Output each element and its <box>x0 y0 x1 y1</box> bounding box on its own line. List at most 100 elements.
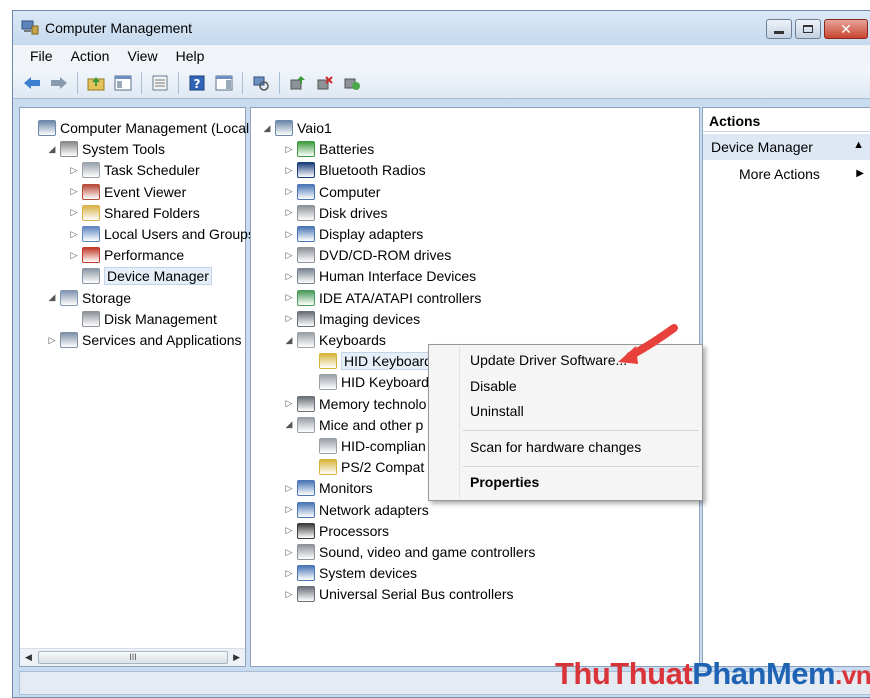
expanded-arrow-icon[interactable]: ◢ <box>283 335 295 346</box>
display-adapter-icon <box>297 226 315 242</box>
tree-item[interactable]: ▷ Network adapters <box>283 500 429 520</box>
tree-item[interactable]: ▷ Disk drives <box>283 203 387 223</box>
expanded-arrow-icon[interactable]: ◢ <box>261 123 273 134</box>
up-folder-button[interactable] <box>85 72 107 94</box>
expanded-arrow-icon[interactable]: ◢ <box>46 292 58 303</box>
mouse-icon <box>319 438 337 454</box>
menu-file[interactable]: File <box>21 45 62 67</box>
expand-arrow-icon[interactable]: ▷ <box>68 207 80 218</box>
tree-item[interactable]: ▷ DVD/CD-ROM drives <box>283 245 451 265</box>
expand-arrow-icon[interactable]: ▷ <box>283 483 295 494</box>
maximize-button[interactable] <box>795 19 821 39</box>
tree-item[interactable]: PS/2 Compat <box>305 457 424 477</box>
expand-arrow-icon[interactable]: ▷ <box>283 271 295 282</box>
tree-item[interactable]: ◢ Keyboards <box>283 330 386 350</box>
forward-button[interactable] <box>48 72 70 94</box>
tree-item[interactable]: ◢ Vaio1 <box>261 118 332 138</box>
expand-arrow-icon[interactable]: ▷ <box>283 504 295 515</box>
menu-help[interactable]: Help <box>167 45 214 67</box>
tree-item[interactable]: ▷ Display adapters <box>283 224 423 244</box>
tree-item[interactable]: Computer Management (Local <box>24 118 249 138</box>
tree-item[interactable]: ▷ Bluetooth Radios <box>283 160 426 180</box>
tree-item-label: Disk drives <box>319 204 388 221</box>
menu-action[interactable]: Action <box>62 45 119 67</box>
expand-arrow-icon[interactable]: ▷ <box>283 547 295 558</box>
scroll-right-icon[interactable]: ▶ <box>233 652 240 663</box>
scan-hardware-button[interactable] <box>250 72 272 94</box>
menu-update-driver-software[interactable]: Update Driver Software... <box>470 352 627 368</box>
console-tree-pane[interactable]: ◀ III ▶ Computer Management (Local ◢ Syste… <box>19 107 255 667</box>
expand-arrow-icon[interactable]: ▷ <box>68 165 80 176</box>
tree-item[interactable]: Disk Management <box>68 309 217 329</box>
tree-item[interactable]: ▷ IDE ATA/ATAPI controllers <box>283 288 481 308</box>
mouse-icon <box>297 416 315 433</box>
tree-item[interactable]: HID Keyboard <box>305 351 435 371</box>
expanded-arrow-icon[interactable]: ◢ <box>283 419 295 430</box>
expand-arrow-icon[interactable]: ▷ <box>283 292 295 303</box>
tree-item[interactable]: ▷ Performance <box>68 245 184 265</box>
expand-arrow-icon[interactable]: ▷ <box>283 525 295 536</box>
tree-item[interactable]: ▷ Local Users and Groups <box>68 224 255 244</box>
tree-item[interactable]: ▷ System devices <box>283 563 417 583</box>
expand-arrow-icon[interactable]: ▷ <box>46 335 58 346</box>
expand-arrow-icon[interactable]: ▷ <box>283 165 295 176</box>
scrollbar-thumb[interactable]: III <box>38 651 228 664</box>
minimize-button[interactable] <box>766 19 792 39</box>
tree-item[interactable]: Device Manager <box>68 266 212 286</box>
tree-item[interactable]: ▷ Processors <box>283 521 389 541</box>
properties-button[interactable] <box>149 72 171 94</box>
tree-item[interactable]: ▷ Batteries <box>283 139 374 159</box>
show-hide-tree-button[interactable] <box>112 72 134 94</box>
menu-view[interactable]: View <box>118 45 166 67</box>
show-action-pane-button[interactable] <box>213 72 235 94</box>
tree-item-label: Local Users and Groups <box>104 226 255 242</box>
tree-item[interactable]: ▷ Human Interface Devices <box>283 266 476 286</box>
expand-arrow-icon[interactable]: ▷ <box>283 229 295 240</box>
title-bar[interactable]: Computer Management ✕ <box>13 11 870 45</box>
tree-item[interactable]: ▷ Services and Applications <box>46 330 242 350</box>
expand-arrow-icon[interactable]: ▷ <box>283 207 295 218</box>
actions-group-device-manager[interactable]: Device Manager ▲ <box>703 134 870 160</box>
expand-arrow-icon[interactable]: ▷ <box>283 568 295 579</box>
expand-arrow-icon[interactable]: ▷ <box>283 250 295 261</box>
tree-item[interactable]: HID Keyboard <box>305 372 429 392</box>
expand-arrow-icon[interactable]: ▷ <box>68 229 80 240</box>
expand-arrow-icon[interactable]: ▷ <box>283 144 295 155</box>
tree-item[interactable]: ▷ Imaging devices <box>283 309 420 329</box>
tree-item-label: IDE ATA/ATAPI controllers <box>319 289 482 306</box>
expand-arrow-icon[interactable]: ▷ <box>68 186 80 197</box>
scroll-left-icon[interactable]: ◀ <box>25 652 32 663</box>
menu-uninstall[interactable]: Uninstall <box>470 403 524 419</box>
expanded-arrow-icon[interactable]: ◢ <box>46 144 58 155</box>
expand-arrow-icon[interactable]: ▷ <box>283 313 295 324</box>
tree-item[interactable]: ▷ Sound, video and game controllers <box>283 542 535 562</box>
update-driver-button[interactable] <box>287 72 309 94</box>
tree-item[interactable]: ◢ System Tools <box>46 139 165 159</box>
collapse-up-icon[interactable]: ▲ <box>853 139 864 151</box>
tree-item[interactable]: ◢ Storage <box>46 288 131 308</box>
tree-item[interactable]: ◢ Mice and other p <box>283 415 423 435</box>
expand-arrow-icon[interactable]: ▷ <box>283 589 295 600</box>
horizontal-scrollbar[interactable]: ◀ III ▶ <box>20 648 245 666</box>
tree-item[interactable]: ▷ Task Scheduler <box>68 160 200 180</box>
tree-item[interactable]: ▷ Universal Serial Bus controllers <box>283 584 514 604</box>
menu-properties[interactable]: Properties <box>470 474 539 490</box>
back-button[interactable] <box>21 72 43 94</box>
more-actions-link[interactable]: More Actions <box>739 166 820 182</box>
help-button[interactable]: ? <box>186 72 208 94</box>
expand-arrow-icon[interactable]: ▷ <box>283 186 295 197</box>
tree-item[interactable]: ▷ Shared Folders <box>68 203 200 223</box>
expand-arrow-icon[interactable]: ▷ <box>68 250 80 261</box>
expand-arrow-icon[interactable]: ▷ <box>283 398 295 409</box>
tree-item[interactable]: ▷ Computer <box>283 182 380 202</box>
tree-item[interactable]: HID-complian <box>305 436 426 456</box>
close-button[interactable]: ✕ <box>824 19 868 39</box>
tree-item[interactable]: ▷ Event Viewer <box>68 182 186 202</box>
tree-item-label: Disk Management <box>104 310 217 327</box>
tree-item[interactable]: ▷ Monitors <box>283 478 373 498</box>
menu-scan-hardware[interactable]: Scan for hardware changes <box>470 439 641 455</box>
tree-item[interactable]: ▷ Memory technolo <box>283 394 426 414</box>
menu-disable[interactable]: Disable <box>470 378 517 394</box>
enable-device-button[interactable] <box>341 72 363 94</box>
uninstall-button[interactable] <box>314 72 336 94</box>
